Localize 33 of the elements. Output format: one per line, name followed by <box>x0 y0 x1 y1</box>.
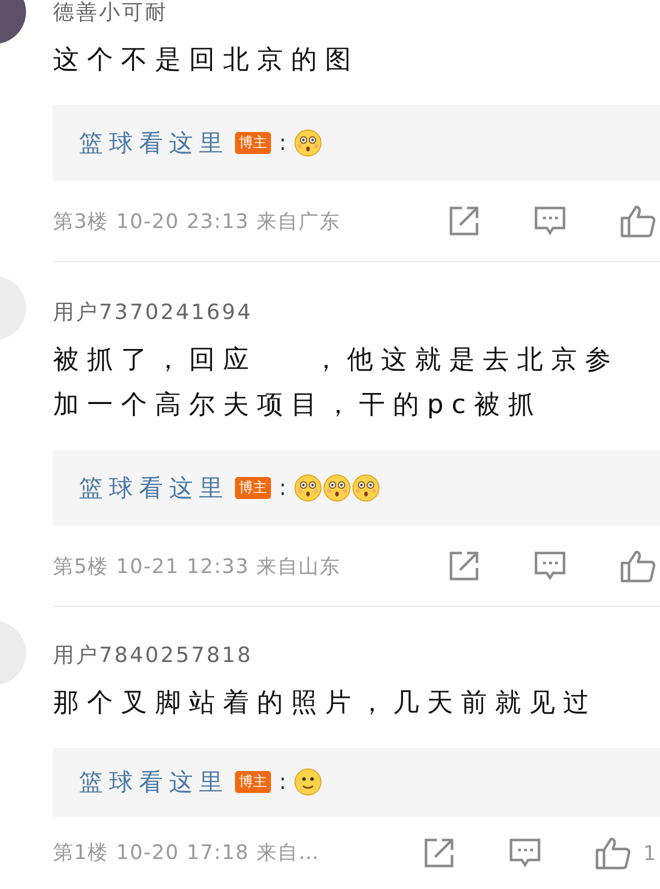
shocked-emoji-icon <box>323 474 352 502</box>
comment-text: 被抓了，回应 ，他这就是去北京参加一个高尔夫项目，干的pc被抓 <box>53 344 620 422</box>
username[interactable]: 德善小可耐 <box>53 0 168 26</box>
reply-username[interactable]: 篮球看这里 <box>79 127 229 160</box>
reply-username[interactable]: 篮球看这里 <box>79 766 229 798</box>
comment-meta: 第5楼 10-21 12:33 来自山东 <box>53 552 342 580</box>
share-icon[interactable] <box>448 205 480 238</box>
thumbs-up-icon[interactable] <box>620 204 656 238</box>
smiling-emoji-icon <box>294 768 322 796</box>
share-icon[interactable] <box>423 836 456 869</box>
reply-colon: : <box>279 770 286 795</box>
comment-meta: 第3楼 10-20 23:13 来自广东 <box>53 208 342 235</box>
thumbs-up-icon[interactable] <box>620 549 656 584</box>
username[interactable]: 用户7840257818 <box>53 641 253 669</box>
author-badge: 博主 <box>235 771 271 794</box>
comment-meta: 第1楼 10-20 17:18 来自… <box>53 839 321 866</box>
comment-text: 那个叉脚站着的照片，几天前就见过 <box>53 687 598 720</box>
shocked-emoji-icon <box>294 474 322 502</box>
reply-colon: : <box>279 476 286 501</box>
reply-colon: : <box>279 130 286 156</box>
reply-username[interactable]: 篮球看这里 <box>79 472 229 504</box>
comment-icon[interactable] <box>534 206 566 236</box>
comment-text: 这个不是回北京的图 <box>53 44 360 77</box>
shocked-emoji-icon <box>352 474 380 502</box>
comment-icon[interactable] <box>534 551 566 582</box>
shocked-emoji-icon <box>294 129 322 158</box>
username[interactable]: 用户7370241694 <box>53 298 253 326</box>
author-badge: 博主 <box>235 132 271 154</box>
thumbs-up-icon[interactable] <box>595 836 632 870</box>
like-count: 1 <box>643 840 656 865</box>
share-icon[interactable] <box>448 550 480 582</box>
comment-icon[interactable] <box>509 838 542 868</box>
author-badge: 博主 <box>235 477 271 500</box>
